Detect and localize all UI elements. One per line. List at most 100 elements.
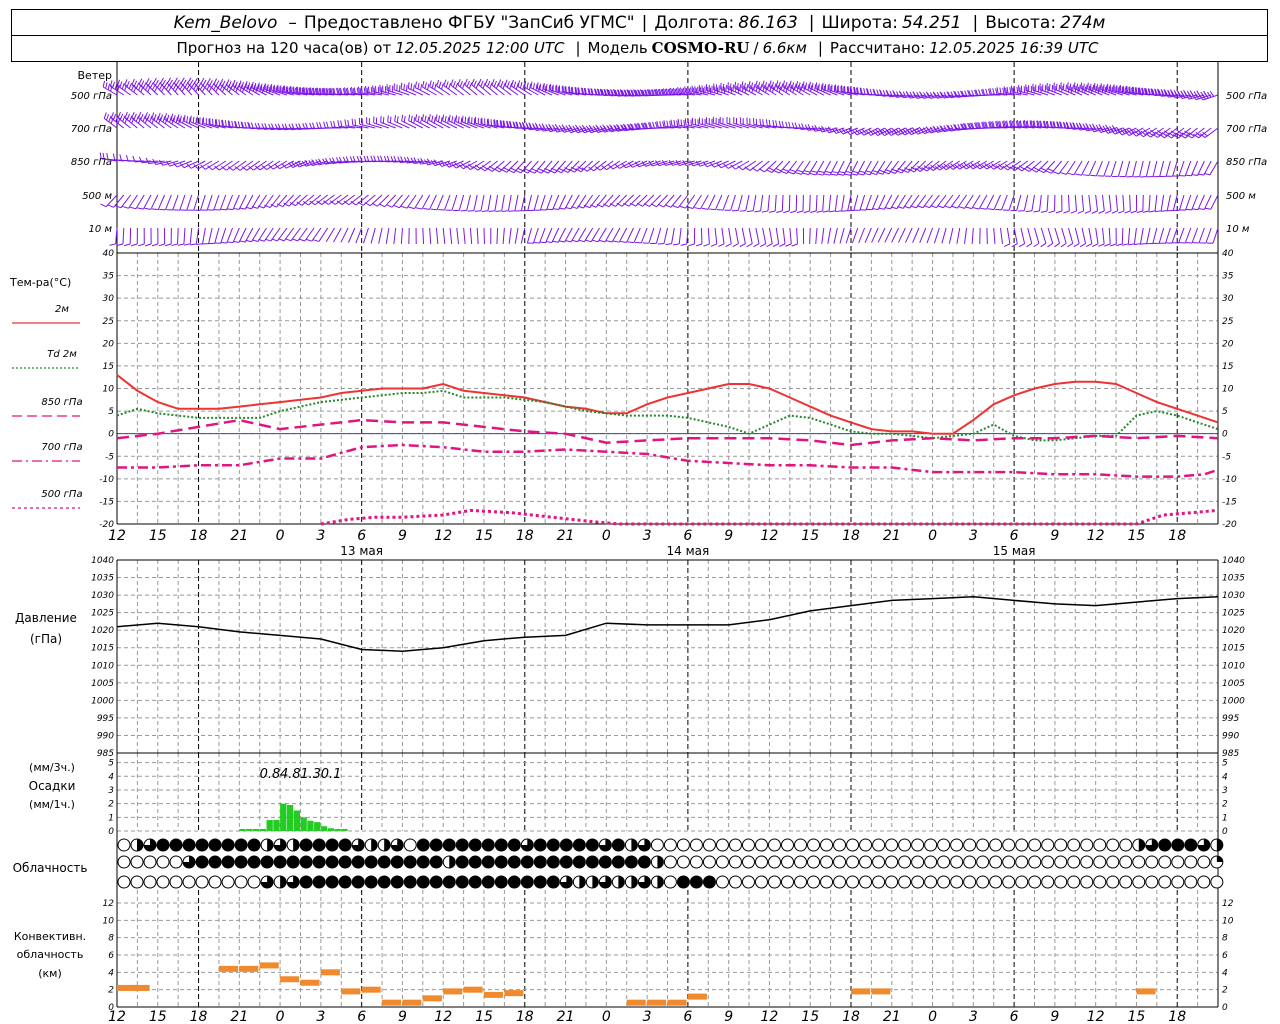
cloud-cover-symbol [1080, 875, 1094, 889]
wind-barb-shaft [730, 194, 736, 211]
cloud-fill [248, 856, 261, 868]
cloud-cover-symbol [143, 875, 157, 889]
pressure-unit: (гПа) [30, 632, 62, 646]
wind-barb-feather [107, 204, 114, 208]
cloud-cover-symbol [208, 875, 222, 889]
wind-barb-feather [684, 86, 687, 93]
wind-barb-feather [408, 114, 411, 121]
wind-barb-feather [386, 204, 393, 208]
wind-barb-feather [135, 115, 140, 122]
wind-barb-feather [110, 112, 114, 119]
wind-barb-shaft [1140, 227, 1144, 244]
wind-barb-shaft [865, 194, 872, 211]
wind-barb-feather [1048, 210, 1055, 214]
cloud-cover-symbol [1132, 838, 1146, 852]
wind-barb-shaft [828, 194, 832, 211]
wind-barb-feather [673, 119, 676, 127]
hour-label-top: 9 [1050, 528, 1059, 544]
wind-barb-feather [718, 243, 725, 247]
cloud-circle [807, 855, 821, 869]
cloud-circle [663, 875, 677, 889]
wind-barb-shaft [1023, 194, 1029, 211]
wind-barb-feather [784, 82, 788, 89]
wind-barb-feather [838, 171, 846, 174]
cloud-cover-symbol [286, 855, 300, 869]
wind-barb-shaft [288, 194, 301, 207]
precip-bar [293, 810, 300, 831]
hour-label-bottom: 3 [316, 1009, 325, 1024]
wind-barb-feather [1087, 82, 1089, 89]
precip-total-label: 4.8 [280, 767, 301, 782]
cloud-fill [430, 876, 443, 888]
wind-barb-feather [666, 120, 669, 127]
wind-barb-feather [226, 208, 233, 211]
hour-label-bottom: 0 [928, 1009, 937, 1024]
cloud-circle [1119, 875, 1133, 889]
cloud-cover-symbol [598, 875, 612, 889]
wind-barb [1054, 227, 1060, 248]
wind-barb-shaft [164, 194, 172, 211]
wind-barb-feather [511, 79, 514, 87]
wind-barb-shaft [1110, 160, 1117, 177]
wind-barb-feather [394, 115, 397, 122]
wind-barb-shaft [841, 194, 845, 211]
cloud-cover-symbol [1093, 838, 1107, 852]
wind-barb-feather [703, 243, 710, 247]
wind-barb-shaft [678, 227, 682, 244]
cloud-fill [417, 856, 430, 868]
cloud-cover-symbol [1054, 855, 1068, 869]
wind-barb-shaft [558, 194, 567, 210]
wind-barb [340, 227, 349, 243]
wind-barb-shaft [1209, 160, 1219, 176]
wind-barb-shaft [378, 227, 383, 244]
cloud-cover-symbol [624, 855, 638, 869]
wind-barb-feather [1065, 84, 1068, 92]
wind-barb-shaft [514, 194, 519, 211]
precip-bar [314, 822, 321, 831]
wind-barb-feather [893, 130, 899, 136]
wind-barb [958, 194, 974, 209]
wind-level-label-right: 500 м [1226, 191, 1256, 202]
convective-ytick-right: 12 [1222, 899, 1234, 909]
wind-barb [785, 227, 792, 247]
wind-barb-shaft [238, 194, 247, 210]
wind-barb [1011, 227, 1018, 248]
cloud-circle [976, 875, 990, 889]
wind-barb-feather [1148, 210, 1156, 213]
wind-barb-shaft [514, 227, 519, 244]
wind-barb-feather [519, 81, 523, 89]
wind-barb-shaft [325, 227, 335, 242]
pressure-ytick-left: 990 [97, 731, 114, 741]
cloud-cover-symbol [377, 875, 391, 889]
wind-barb-feather [1098, 210, 1105, 214]
cloud-cover-symbol [976, 875, 990, 889]
precip-ytick-left: 2 [108, 800, 114, 810]
wind-barb-feather [448, 114, 451, 122]
wind-barb-feather [493, 168, 500, 173]
wind-barb-feather [780, 83, 784, 90]
cloud-circle [963, 855, 977, 869]
cloud-circle [833, 875, 847, 889]
convective-bar [320, 969, 340, 976]
wind-barb-shaft [864, 227, 872, 243]
wind-barb-feather [1019, 87, 1021, 94]
wind-barb [1185, 160, 1199, 177]
precip-bar [286, 805, 294, 831]
wind-barb-feather [406, 84, 408, 92]
cloud-cover-symbol [546, 838, 560, 852]
cloud-fill [378, 856, 391, 868]
wind-barb-shaft [775, 227, 780, 244]
wind-barb-shaft [480, 194, 485, 211]
wind-barb-shaft [435, 227, 439, 244]
cloud-fill [586, 839, 599, 851]
wind-barb-feather [528, 170, 535, 174]
wind-barb [1026, 227, 1033, 248]
wind-barb-shaft [1198, 227, 1205, 244]
wind-barb-shaft [570, 227, 580, 243]
wind-level-label-right: 850 гПа [1226, 157, 1267, 168]
wind-barb-feather [266, 85, 268, 93]
cloud-fill [482, 876, 495, 888]
wind-barb [766, 227, 773, 248]
temp-ytick-left: -10 [99, 475, 114, 485]
cloud-cover-symbol [455, 875, 469, 889]
